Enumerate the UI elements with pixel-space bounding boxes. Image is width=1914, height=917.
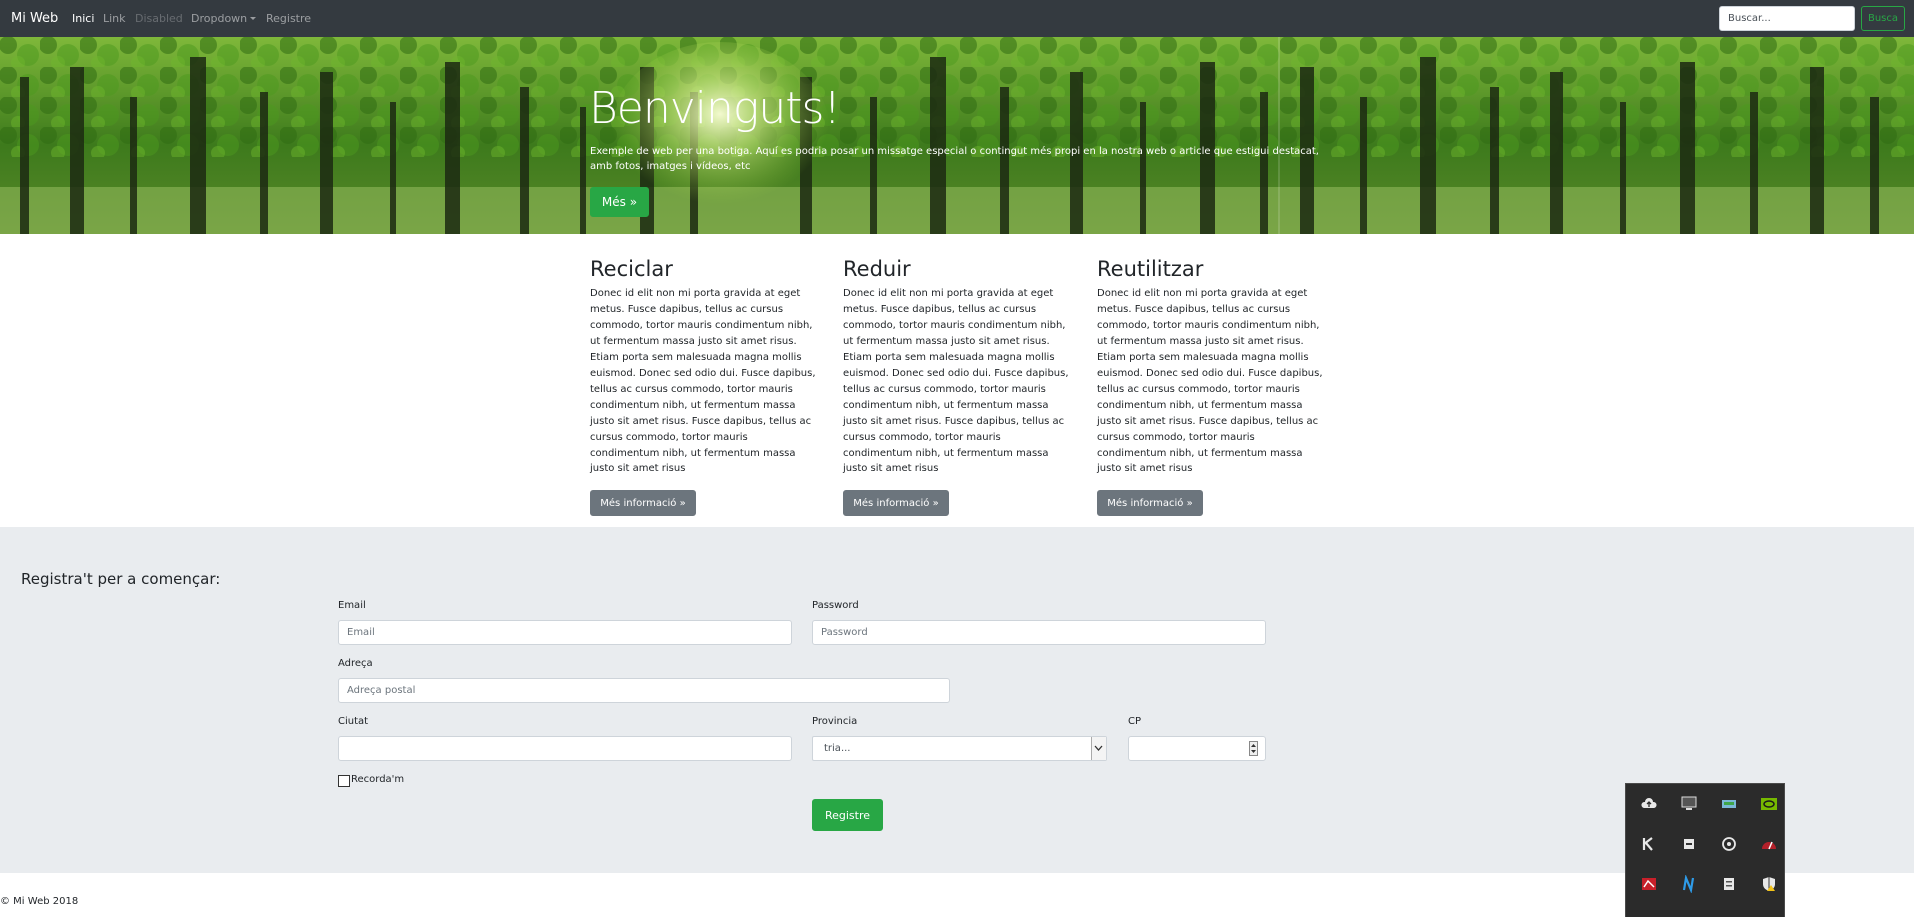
chip-icon[interactable] xyxy=(1680,835,1698,853)
hero-title: Benvinguts! xyxy=(589,83,841,134)
column-reutilitzar: Reutilitzar Donec id elit non mi porta g… xyxy=(1097,255,1325,516)
network-card-icon[interactable] xyxy=(1720,795,1738,813)
column-text: Donec id elit non mi porta gravida at eg… xyxy=(590,288,816,475)
remember-checkbox[interactable] xyxy=(338,775,350,787)
jumbotron: Benvinguts! Exemple de web per una botig… xyxy=(0,37,1914,234)
email-field[interactable] xyxy=(338,620,792,645)
hero-more-button[interactable]: Més » xyxy=(590,187,649,217)
shield-warning-icon[interactable] xyxy=(1760,875,1778,893)
more-info-button[interactable]: Més informació » xyxy=(1097,490,1203,516)
chevron-down-icon xyxy=(1091,737,1106,760)
nav-link-disabled: Disabled xyxy=(135,12,183,25)
storage-icon[interactable] xyxy=(1720,875,1738,893)
province-select[interactable]: tria... xyxy=(812,736,1107,761)
forest-background-image xyxy=(0,37,1914,234)
footer-copyright: © Mi Web 2018 xyxy=(0,896,79,907)
nav-dropdown[interactable]: Dropdown xyxy=(191,12,257,25)
province-label: Provincia xyxy=(812,716,858,727)
k-app-icon[interactable] xyxy=(1640,835,1658,853)
number-spinner-icon[interactable] xyxy=(1249,741,1258,756)
column-title: Reduir xyxy=(843,257,911,281)
speedometer-icon[interactable] xyxy=(1760,835,1778,853)
nav-link-registre[interactable]: Registre xyxy=(266,12,311,25)
search-button[interactable]: Busca xyxy=(1861,6,1905,31)
form-title: Registra't per a començar: xyxy=(21,570,221,588)
n-app-icon[interactable] xyxy=(1680,875,1698,893)
search-input[interactable] xyxy=(1719,6,1855,31)
nav-link-inici[interactable]: Inici xyxy=(72,12,94,25)
column-reciclar: Reciclar Donec id elit non mi porta grav… xyxy=(590,255,818,516)
email-label: Email xyxy=(338,600,366,611)
address-field[interactable] xyxy=(338,678,950,703)
caret-down-icon xyxy=(250,17,257,20)
cp-label: CP xyxy=(1128,716,1142,727)
cloud-upload-icon[interactable] xyxy=(1640,795,1658,813)
password-label: Password xyxy=(812,600,859,611)
province-selected: tria... xyxy=(824,743,851,754)
hero-text: Exemple de web per una botiga. Aquí es p… xyxy=(590,146,1319,172)
more-info-button[interactable]: Més informació » xyxy=(590,490,696,516)
address-label: Adreça xyxy=(338,658,373,669)
nav-dropdown-label: Dropdown xyxy=(191,12,248,25)
monitor-icon[interactable] xyxy=(1680,795,1698,813)
column-text: Donec id elit non mi porta gravida at eg… xyxy=(843,288,1069,475)
nav-link-link[interactable]: Link xyxy=(103,12,126,25)
column-title: Reutilitzar xyxy=(1097,257,1204,281)
column-text: Donec id elit non mi porta gravida at eg… xyxy=(1097,288,1323,475)
steam-icon[interactable] xyxy=(1720,835,1738,853)
navbar: Mi Web Inici Link Disabled Dropdown Regi… xyxy=(0,0,1914,37)
column-title: Reciclar xyxy=(590,257,673,281)
nvidia-icon[interactable] xyxy=(1760,795,1778,813)
redlion-icon[interactable] xyxy=(1640,875,1658,893)
more-info-button[interactable]: Més informació » xyxy=(843,490,949,516)
system-tray-overflow xyxy=(1625,783,1785,917)
city-label: Ciutat xyxy=(338,716,369,727)
remember-label: Recorda'm xyxy=(351,774,405,785)
password-field[interactable] xyxy=(812,620,1266,645)
navbar-brand[interactable]: Mi Web xyxy=(11,11,58,26)
register-button[interactable]: Registre xyxy=(812,799,883,831)
cp-field[interactable] xyxy=(1128,736,1266,761)
column-reduir: Reduir Donec id elit non mi porta gravid… xyxy=(843,255,1071,516)
city-field[interactable] xyxy=(338,736,792,761)
